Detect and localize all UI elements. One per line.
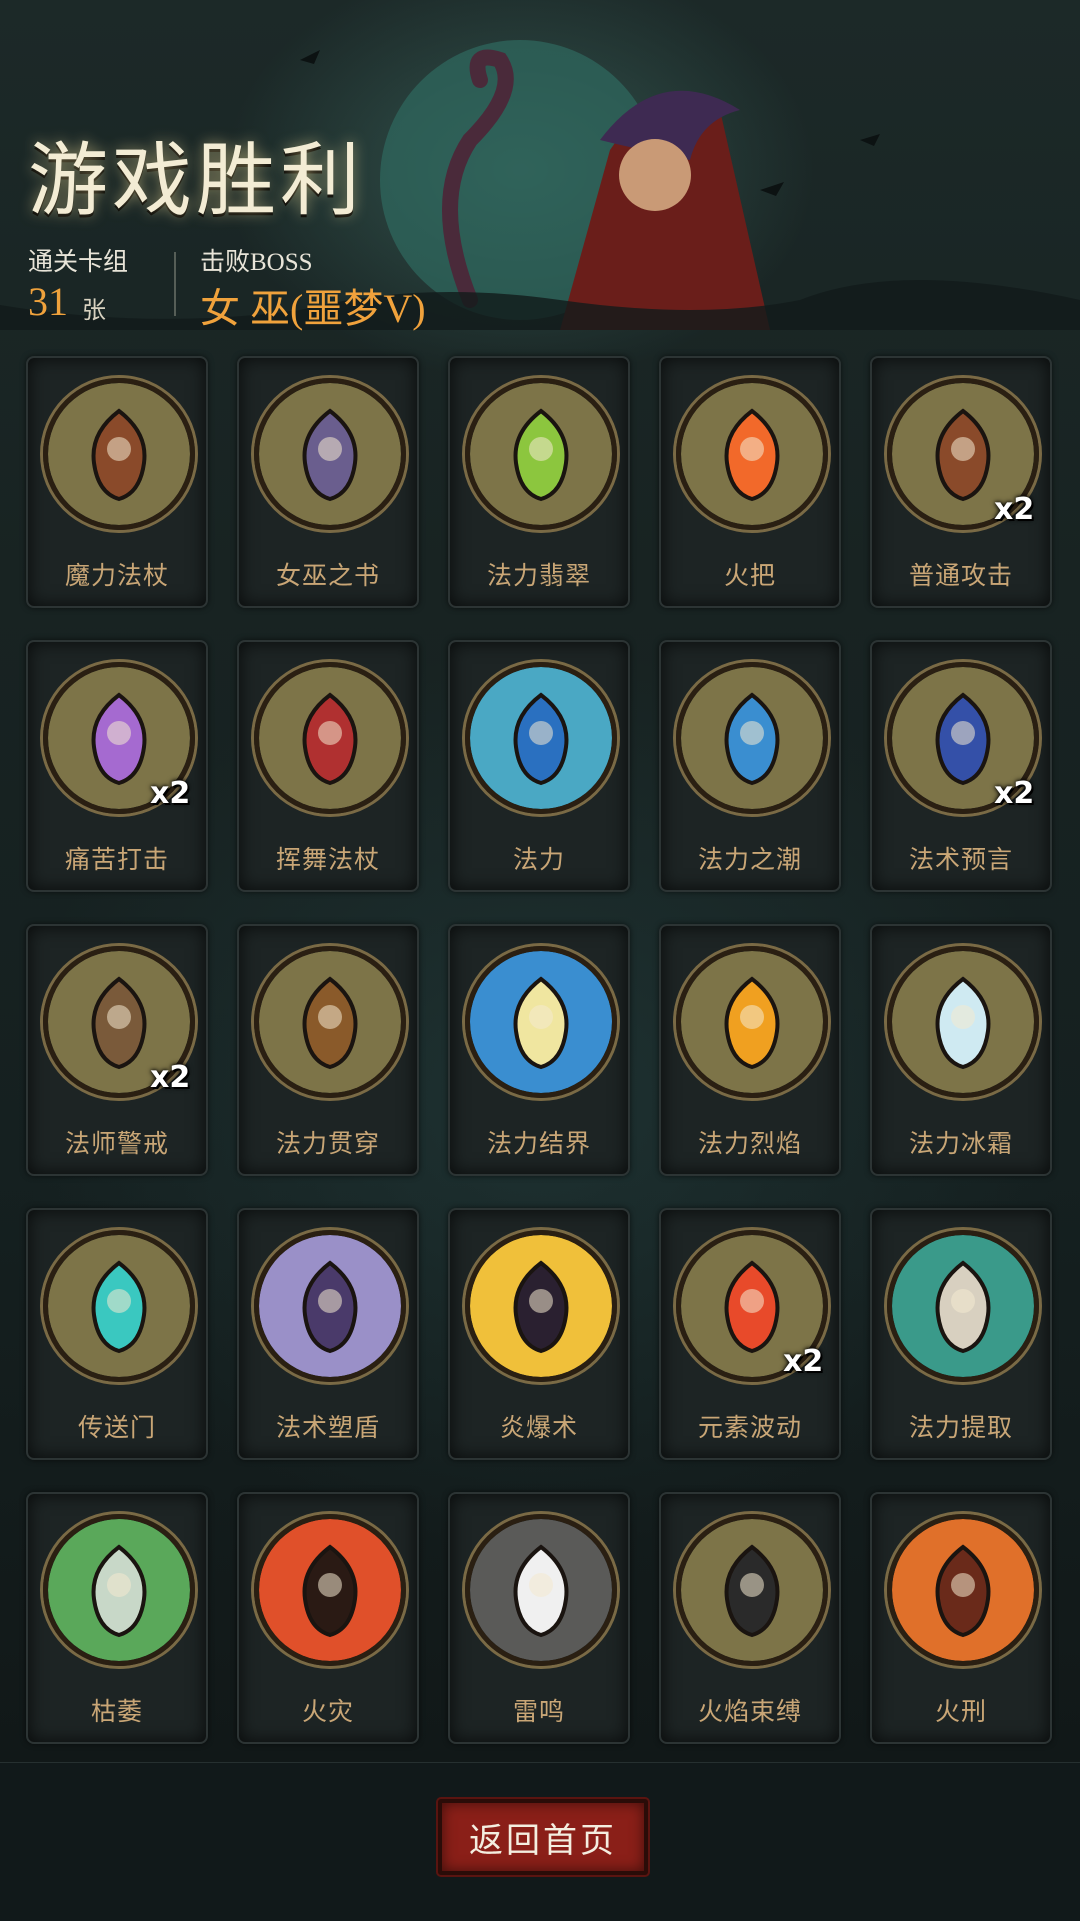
staff-icon: [43, 378, 195, 530]
torch-icon: [676, 378, 828, 530]
victory-title: 游戏胜利: [28, 136, 364, 225]
card-name: 法术塑盾: [275, 1414, 380, 1442]
card-quantity-badge: x2: [150, 1060, 191, 1095]
bound-skeleton-icon: [676, 1514, 828, 1666]
crystal-icon: [465, 378, 617, 530]
card-tile[interactable]: 法力贯穿: [237, 924, 419, 1176]
stake-fire-icon: [887, 1514, 1039, 1666]
card-tile[interactable]: 女巫之书: [237, 356, 419, 608]
deck-label: 通关卡组: [28, 249, 129, 276]
barrier-icon: [465, 946, 617, 1098]
wither-ghost-icon: [43, 1514, 195, 1666]
card-name: 传送门: [77, 1414, 156, 1442]
card-name: 挥舞法杖: [275, 846, 380, 874]
shield-pierce-icon: [254, 946, 406, 1098]
card-name: 法力结界: [486, 1130, 591, 1158]
card-name: 火灾: [301, 1698, 354, 1726]
wave-icon: [676, 662, 828, 814]
witch-wave-icon: [254, 662, 406, 814]
card-name: 元素波动: [697, 1414, 802, 1442]
card-tile[interactable]: 传送门: [26, 1208, 208, 1460]
card-tile[interactable]: 法力结界: [448, 924, 630, 1176]
frost-icon: [887, 946, 1039, 1098]
card-tile[interactable]: 挥舞法杖: [237, 640, 419, 892]
card-tile[interactable]: 炎爆术: [448, 1208, 630, 1460]
card-tile[interactable]: 火灾: [237, 1492, 419, 1744]
card-name: 法术预言: [908, 846, 1013, 874]
wizard-shield-icon: [254, 1230, 406, 1382]
header: 游戏胜利 通关卡组 31 张 击败BOSS 女 巫(噩梦V): [0, 0, 1080, 340]
card-tile[interactable]: 火焰束缚: [659, 1492, 841, 1744]
mana-orb-icon: [465, 662, 617, 814]
zombie-flame-icon: [676, 946, 828, 1098]
card-name: 火把: [723, 562, 776, 590]
book-icon: [254, 378, 406, 530]
card-name: 女巫之书: [275, 562, 380, 590]
card-tile[interactable]: 法力翡翠: [448, 356, 630, 608]
card-tile[interactable]: 法师警戒 x2: [26, 924, 208, 1176]
card-name: 魔力法杖: [64, 562, 169, 590]
card-name: 火焰束缚: [697, 1698, 802, 1726]
card-tile[interactable]: 法力冰霜: [870, 924, 1052, 1176]
skull-flame-icon: [887, 1230, 1039, 1382]
card-tile[interactable]: 雷鸣: [448, 1492, 630, 1744]
deck-count-unit: 张: [82, 297, 106, 324]
card-name: 法力贯穿: [275, 1130, 380, 1158]
stat-divider: [174, 252, 176, 316]
card-name: 火刑: [934, 1698, 987, 1726]
card-tile[interactable]: 魔力法杖: [26, 356, 208, 608]
card-tile[interactable]: 枯萎: [26, 1492, 208, 1744]
card-tile[interactable]: 痛苦打击 x2: [26, 640, 208, 892]
boss-label: 击败BOSS: [200, 249, 313, 276]
portal-icon: [43, 1230, 195, 1382]
card-tile[interactable]: 法术塑盾: [237, 1208, 419, 1460]
card-tile[interactable]: 火刑: [870, 1492, 1052, 1744]
return-home-button[interactable]: 返回首页: [438, 1799, 648, 1875]
bat-moon-icon: [465, 1230, 617, 1382]
card-tile[interactable]: 法力提取: [870, 1208, 1052, 1460]
deck-count: 31: [28, 279, 68, 324]
card-quantity-badge: x2: [783, 1344, 824, 1379]
card-tile[interactable]: 法力: [448, 640, 630, 892]
card-quantity-badge: x2: [994, 492, 1035, 527]
thunder-icon: [465, 1514, 617, 1666]
card-name: 枯萎: [90, 1698, 143, 1726]
card-tile[interactable]: 火把: [659, 356, 841, 608]
card-name: 法师警戒: [64, 1130, 169, 1158]
wildfire-icon: [254, 1514, 406, 1666]
card-name: 法力烈焰: [697, 1130, 802, 1158]
card-tile[interactable]: 普通攻击 x2: [870, 356, 1052, 608]
card-tile[interactable]: 法力烈焰: [659, 924, 841, 1176]
card-tile[interactable]: 法术预言 x2: [870, 640, 1052, 892]
card-quantity-badge: x2: [994, 776, 1035, 811]
card-name: 法力提取: [908, 1414, 1013, 1442]
footer: 返回首页: [0, 1762, 1080, 1921]
card-tile[interactable]: 法力之潮: [659, 640, 841, 892]
card-quantity-badge: x2: [150, 776, 191, 811]
card-name: 法力之潮: [697, 846, 802, 874]
card-name: 痛苦打击: [64, 846, 169, 874]
card-tile[interactable]: 元素波动 x2: [659, 1208, 841, 1460]
card-name: 法力冰霜: [908, 1130, 1013, 1158]
card-name: 法力翡翠: [486, 562, 591, 590]
card-name: 法力: [512, 846, 565, 874]
card-name: 雷鸣: [512, 1698, 565, 1726]
card-name: 普通攻击: [908, 562, 1013, 590]
card-grid: 魔力法杖 女巫之书 法力翡翠 火把 普通攻击 x2 痛苦打击 x2 挥舞法杖 法力 法力之潮 法术预言…: [26, 356, 1052, 1744]
boss-name: 女 巫(噩梦V): [200, 286, 426, 331]
card-name: 炎爆术: [499, 1414, 578, 1442]
